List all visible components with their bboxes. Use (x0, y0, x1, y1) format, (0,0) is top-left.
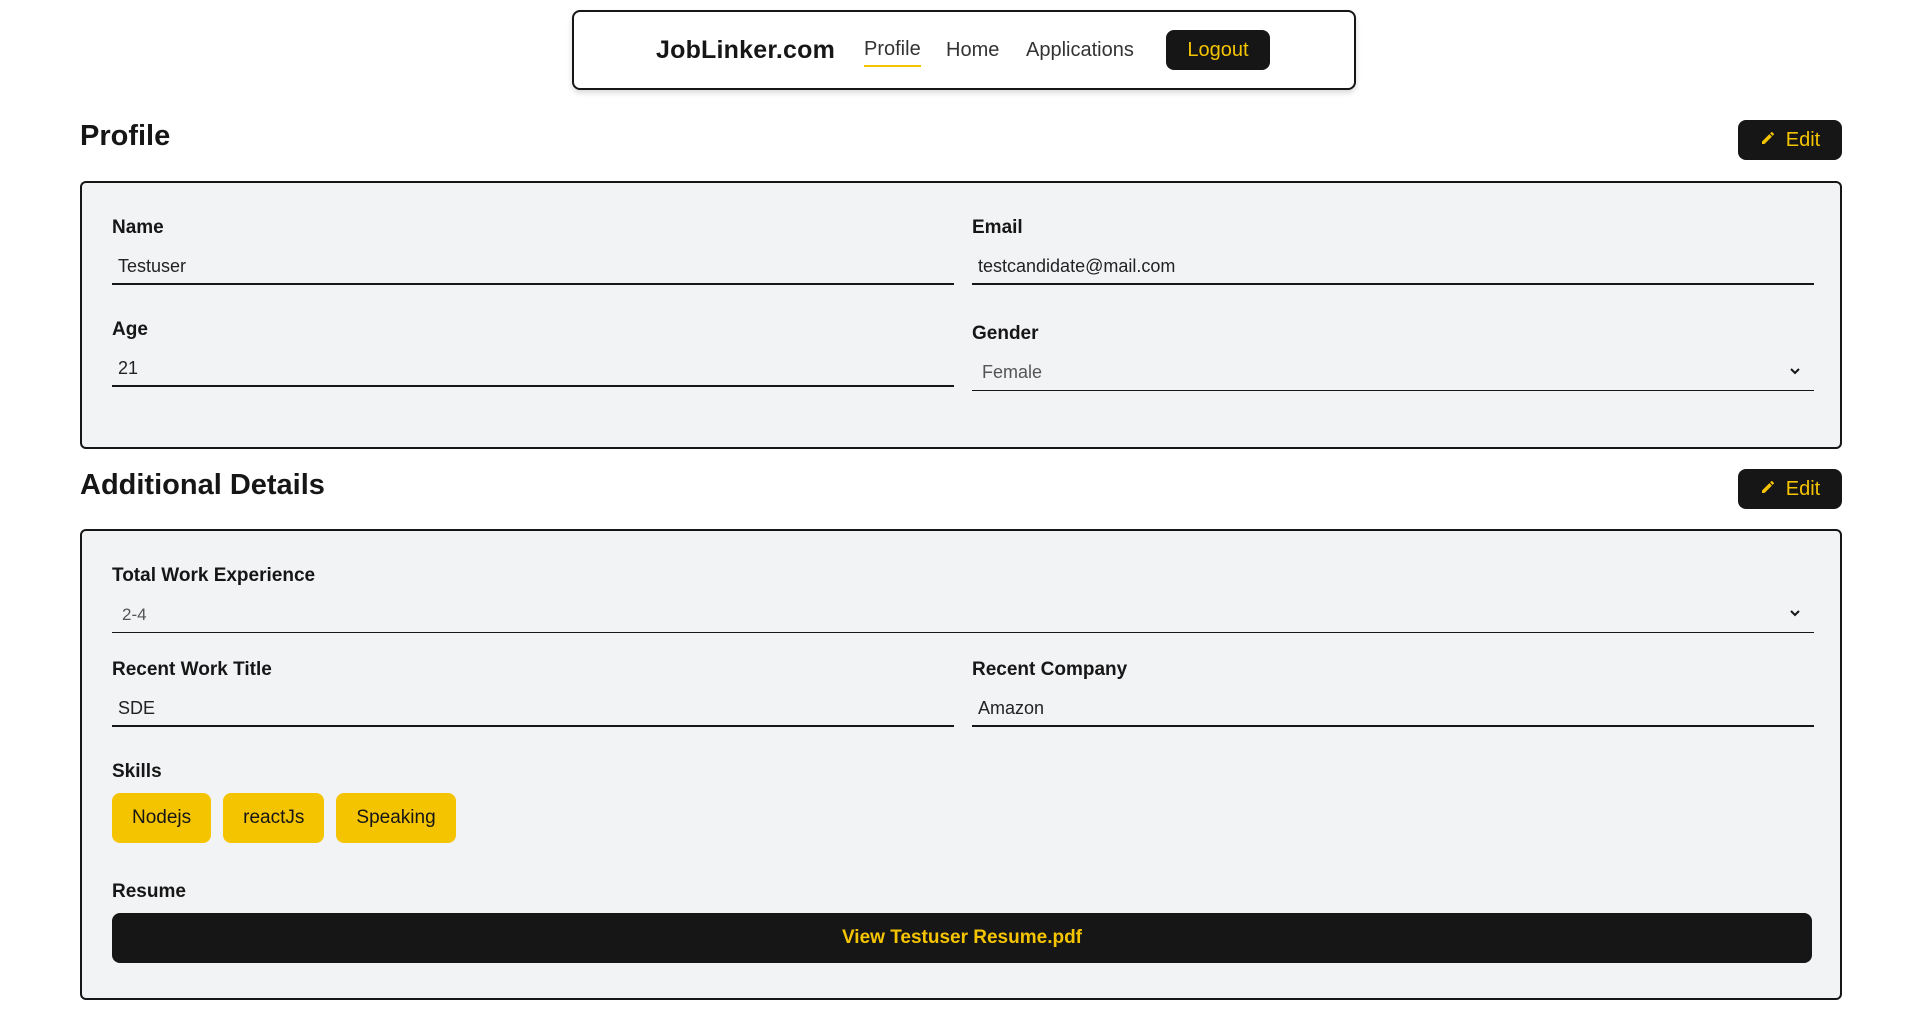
nav-link-applications[interactable]: Applications (1026, 39, 1134, 62)
profile-edit-label: Edit (1785, 128, 1821, 151)
additional-edit-button[interactable]: Edit (1738, 469, 1842, 509)
resume-label: Resume (112, 881, 186, 902)
brand-logo[interactable]: JobLinker.com (656, 36, 835, 65)
additional-card: Total Work Experience 2-4 Recent Work Ti… (80, 529, 1842, 1000)
experience-select[interactable]: 2-4 (112, 597, 1814, 633)
name-label: Name (112, 217, 164, 238)
additional-section-title: Additional Details (80, 469, 325, 501)
pencil-icon (1760, 478, 1776, 501)
email-input[interactable] (972, 249, 1814, 285)
age-label: Age (112, 319, 148, 340)
chevron-down-icon (1788, 605, 1802, 625)
resume-field: Resume View Testuser Resume.pdf (112, 881, 1814, 963)
logout-button[interactable]: Logout (1166, 30, 1270, 70)
skills-field: Skills Nodejs reactJs Speaking (112, 761, 1814, 843)
experience-value: 2-4 (122, 604, 147, 624)
skill-chip[interactable]: reactJs (223, 793, 325, 843)
age-field: Age (112, 319, 954, 387)
gender-label: Gender (972, 323, 1039, 344)
name-field: Name (112, 217, 954, 285)
work-title-input[interactable] (112, 691, 954, 727)
skill-chip[interactable]: Nodejs (112, 793, 212, 843)
work-title-label: Recent Work Title (112, 659, 272, 680)
gender-value: Female (982, 362, 1043, 382)
profile-section-title: Profile (80, 120, 171, 152)
pencil-icon (1760, 129, 1776, 152)
experience-field: Total Work Experience 2-4 (112, 565, 1814, 633)
gender-select[interactable]: Female (972, 355, 1814, 391)
skills-label: Skills (112, 761, 162, 782)
skill-chip[interactable]: Speaking (336, 793, 456, 843)
company-field: Recent Company (972, 659, 1814, 727)
age-input[interactable] (112, 351, 954, 387)
top-navbar: JobLinker.com Profile Home Applications … (572, 10, 1356, 90)
email-label: Email (972, 217, 1023, 238)
name-input[interactable] (112, 249, 954, 285)
email-field: Email (972, 217, 1814, 285)
work-title-field: Recent Work Title (112, 659, 954, 727)
experience-label: Total Work Experience (112, 565, 316, 586)
skills-list: Nodejs reactJs Speaking (112, 793, 1814, 843)
chevron-down-icon (1788, 362, 1802, 383)
profile-card: Name Email Age Gender Female (80, 181, 1842, 449)
gender-field: Gender Female (972, 323, 1814, 391)
profile-edit-button[interactable]: Edit (1738, 120, 1842, 160)
company-input[interactable] (972, 691, 1814, 727)
additional-edit-label: Edit (1785, 477, 1821, 500)
company-label: Recent Company (972, 659, 1128, 680)
view-resume-button[interactable]: View Testuser Resume.pdf (112, 913, 1812, 963)
nav-link-profile[interactable]: Profile (864, 38, 921, 67)
nav-link-home[interactable]: Home (946, 39, 999, 62)
